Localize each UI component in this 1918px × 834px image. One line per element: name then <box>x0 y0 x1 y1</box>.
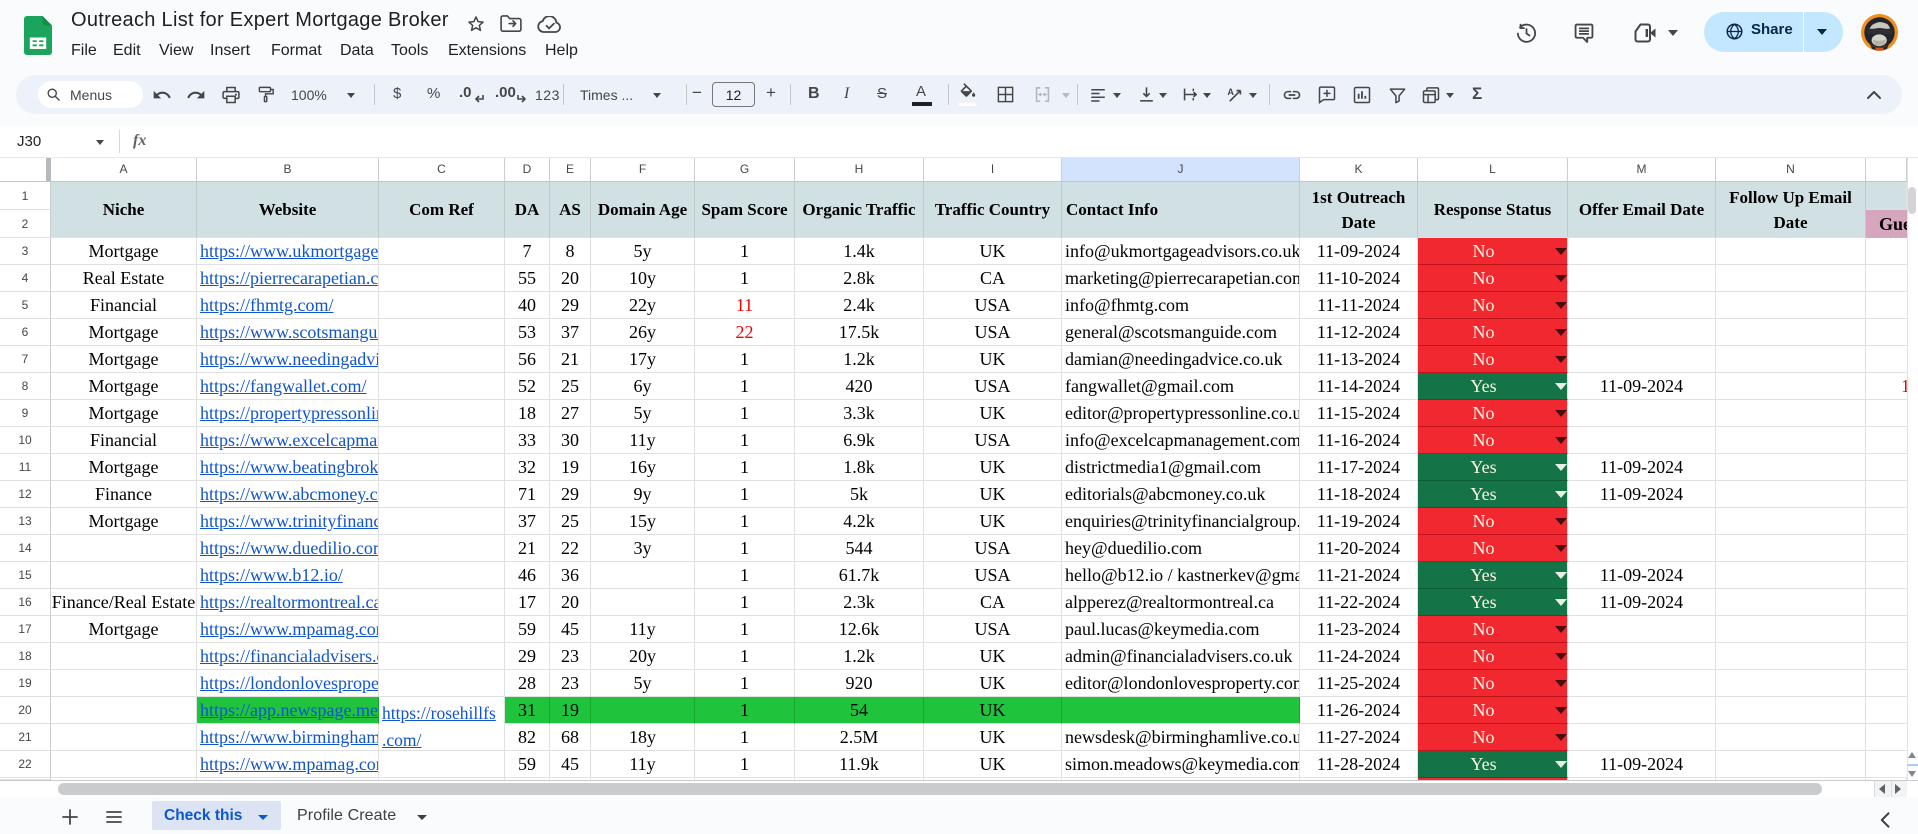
svg-text:A: A <box>1227 87 1234 97</box>
